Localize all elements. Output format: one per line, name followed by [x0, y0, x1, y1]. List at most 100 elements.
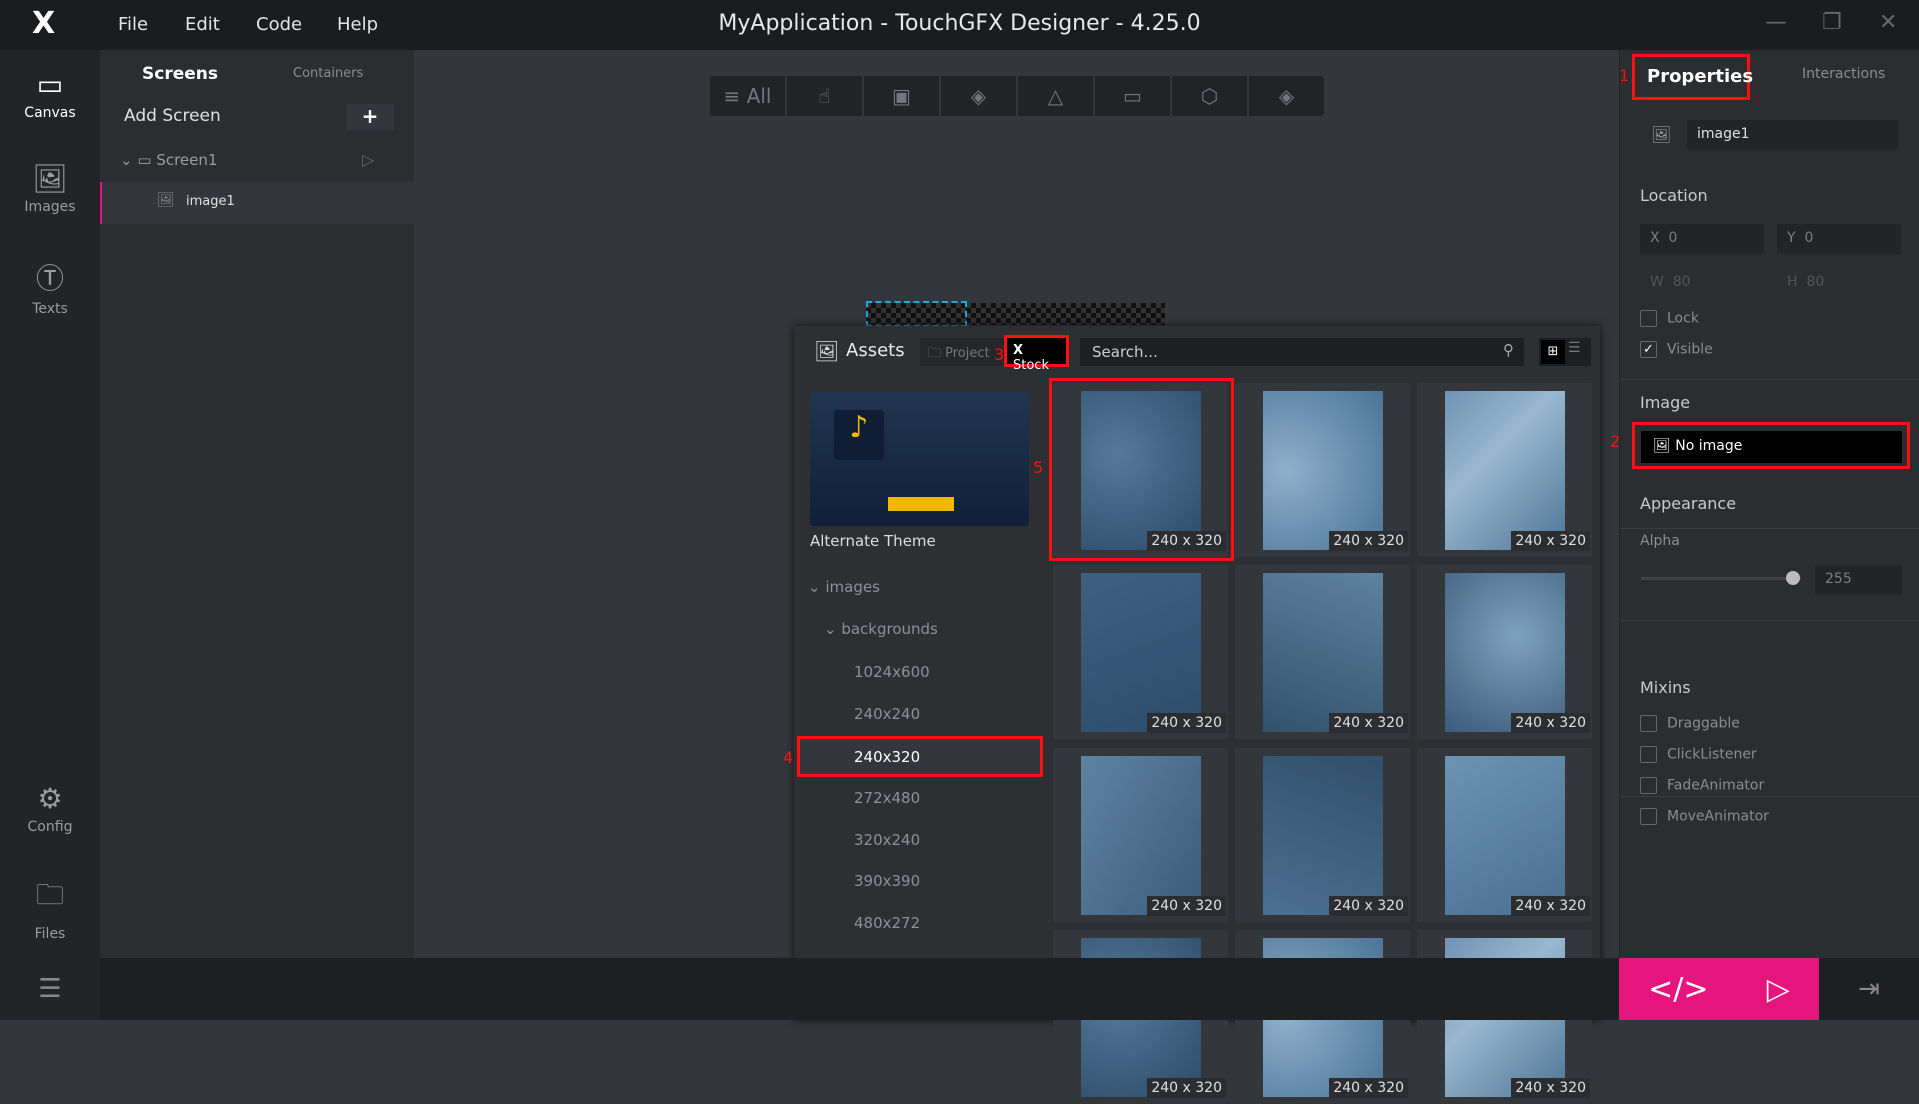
lock-checkbox[interactable]: Lock — [1640, 310, 1699, 327]
tab-properties[interactable]: Properties — [1632, 54, 1753, 100]
tree-images[interactable]: ⌄ images — [808, 578, 880, 596]
search-input[interactable]: Search... ⚲ — [1080, 338, 1524, 366]
list-view-icon[interactable]: ☰ — [1568, 340, 1581, 356]
h-field[interactable]: H 80 — [1787, 274, 1824, 290]
w-field[interactable]: W 80 — [1650, 274, 1691, 290]
progress-icon: ▭ — [1123, 84, 1142, 108]
grid-view-icon[interactable]: ⊞ — [1541, 340, 1565, 364]
background-image-preview — [1445, 573, 1565, 732]
filter-images[interactable]: ▣ — [864, 76, 941, 116]
selection-box[interactable] — [866, 301, 967, 327]
close-icon[interactable]: ✕ — [1879, 10, 1897, 35]
gear-icon: ⚙ — [37, 782, 63, 815]
tab-project[interactable]: 🗀 Project — [920, 338, 1004, 366]
visible-label: Visible — [1667, 341, 1713, 358]
rail-images[interactable]: 🖼 Images — [0, 162, 100, 215]
asset-thumbnail[interactable]: 240 x 320 — [1417, 383, 1592, 557]
play-screen-icon[interactable]: ▷ — [362, 150, 374, 169]
asset-thumbnail[interactable]: 240 x 320 — [1235, 565, 1410, 739]
moveanimator-checkbox[interactable]: MoveAnimator — [1640, 808, 1769, 825]
asset-thumbnail[interactable]: 240 x 320 — [1417, 565, 1592, 739]
asset-size-label: 240 x 320 — [1511, 713, 1590, 733]
title-bar: X File Edit Code Help MyApplication - To… — [0, 0, 1919, 50]
add-screen-button[interactable]: + — [346, 104, 394, 130]
asset-thumbnail[interactable]: 240 x 320 — [1235, 748, 1410, 922]
background-image-preview — [1081, 573, 1201, 732]
tab-stock[interactable]: X Stock — [1004, 335, 1069, 373]
alpha-slider-knob[interactable] — [1786, 571, 1800, 585]
alpha-slider[interactable] — [1641, 577, 1801, 580]
tab-screens[interactable]: Screens — [142, 64, 218, 84]
filter-containers[interactable]: ◈ — [941, 76, 1018, 116]
music-note-icon: ♪ — [834, 410, 884, 460]
filter-3d[interactable]: ⬡ — [1172, 76, 1249, 116]
draggable-checkbox[interactable]: Draggable — [1640, 715, 1740, 732]
tree-backgrounds[interactable]: ⌄ backgrounds — [824, 620, 938, 638]
generate-code-icon[interactable]: </> — [1648, 972, 1708, 1007]
rail-files[interactable]: 🗀 Files — [0, 874, 100, 942]
image-icon: 🖼 — [1653, 438, 1676, 454]
x-field[interactable]: X 0 — [1640, 224, 1764, 254]
chevron-down-icon: ⌄ — [120, 151, 133, 169]
assets-panel: 🖼 Assets 🗀 Project X Stock Search... ⚲ ⊞ … — [794, 326, 1600, 1104]
tab-containers[interactable]: Containers — [293, 66, 363, 81]
clicklistener-checkbox[interactable]: ClickListener — [1640, 746, 1757, 763]
filter-misc[interactable]: ◈ — [1249, 76, 1324, 116]
filter-all-label: All — [746, 84, 772, 108]
mixin-label: MoveAnimator — [1667, 808, 1769, 825]
background-image-preview — [1263, 391, 1383, 550]
alternate-theme-thumbnail[interactable]: ♪ — [810, 392, 1029, 526]
filter-shapes[interactable]: △ — [1018, 76, 1095, 116]
divider — [1620, 528, 1919, 529]
hamburger-icon[interactable]: ☰ — [0, 958, 100, 1020]
screen-name: Screen1 — [156, 151, 218, 169]
image-select-button[interactable]: 🖼 No image — [1641, 431, 1902, 463]
asset-thumbnail[interactable]: 240 x 320 — [1235, 383, 1410, 557]
restore-icon[interactable]: ❐ — [1822, 10, 1842, 35]
add-screen-label: Add Screen — [124, 106, 221, 126]
visible-checkbox[interactable]: ✓ Visible — [1640, 341, 1713, 358]
filter-button-widgets[interactable]: ☝ — [787, 76, 864, 116]
filter-progress[interactable]: ▭ — [1095, 76, 1172, 116]
minimize-icon[interactable]: — — [1765, 10, 1787, 35]
tree-size-item[interactable]: 1024x600 — [854, 663, 930, 681]
shapes-icon: △ — [1047, 84, 1064, 108]
view-toggle: ⊞ ☰ — [1539, 338, 1591, 366]
name-field[interactable]: image1 — [1687, 120, 1898, 150]
rail-label: Canvas — [24, 105, 76, 121]
tree-label: 240x320 — [854, 748, 921, 766]
asset-thumbnail[interactable]: 240 x 320 — [1417, 748, 1592, 922]
search-icon[interactable]: ⚲ — [1503, 341, 1514, 359]
mixin-label: Draggable — [1667, 715, 1740, 732]
rail-canvas[interactable]: ▭ Canvas — [0, 68, 100, 121]
tab-interactions[interactable]: Interactions — [1802, 66, 1885, 82]
screens-panel: Screens Containers Add Screen + ⌄ ▭ Scre… — [100, 50, 414, 958]
export-icon[interactable]: ⇥ — [1819, 958, 1919, 1020]
run-simulator-icon[interactable]: ▷ — [1767, 972, 1790, 1007]
fadeanimator-checkbox[interactable]: FadeAnimator — [1640, 777, 1764, 794]
rail-config[interactable]: ⚙ Config — [0, 782, 100, 835]
tree-size-item[interactable]: 240x240 — [854, 705, 920, 723]
tree-size-item[interactable]: 480x272 — [854, 914, 920, 932]
touch-icon: ☝ — [818, 84, 831, 108]
tree-size-item[interactable]: 390x390 — [854, 872, 920, 890]
alpha-field[interactable]: 255 — [1815, 565, 1902, 595]
y-field[interactable]: Y 0 — [1777, 224, 1901, 254]
checkbox-icon — [1640, 808, 1657, 825]
asset-size-label: 240 x 320 — [1147, 713, 1226, 733]
tree-size-item[interactable]: 320x240 — [854, 831, 920, 849]
checkbox-icon — [1640, 777, 1657, 794]
run-toolbar: </> ▷ — [1619, 958, 1819, 1020]
filter-all[interactable]: ≡ All — [710, 76, 787, 116]
rail-texts[interactable]: Ⓣ Texts — [0, 257, 100, 317]
image-icon: 🖼 — [157, 192, 175, 208]
widget-row-image1[interactable]: 🖼 image1 — [100, 182, 414, 224]
screen-row[interactable]: ⌄ ▭ Screen1 — [120, 151, 217, 169]
asset-thumbnail[interactable]: 240 x 320 — [1053, 748, 1228, 922]
tree-size-item[interactable]: 272x480 — [854, 789, 920, 807]
checkbox-icon — [1640, 715, 1657, 732]
asset-size-label: 240 x 320 — [1329, 1078, 1408, 1098]
asset-thumbnail[interactable]: 240 x 320 — [1053, 565, 1228, 739]
tree-size-item-selected[interactable]: 240x320 — [797, 736, 1043, 777]
properties-panel: Properties Interactions 🖼 image1 Locatio… — [1619, 50, 1919, 958]
